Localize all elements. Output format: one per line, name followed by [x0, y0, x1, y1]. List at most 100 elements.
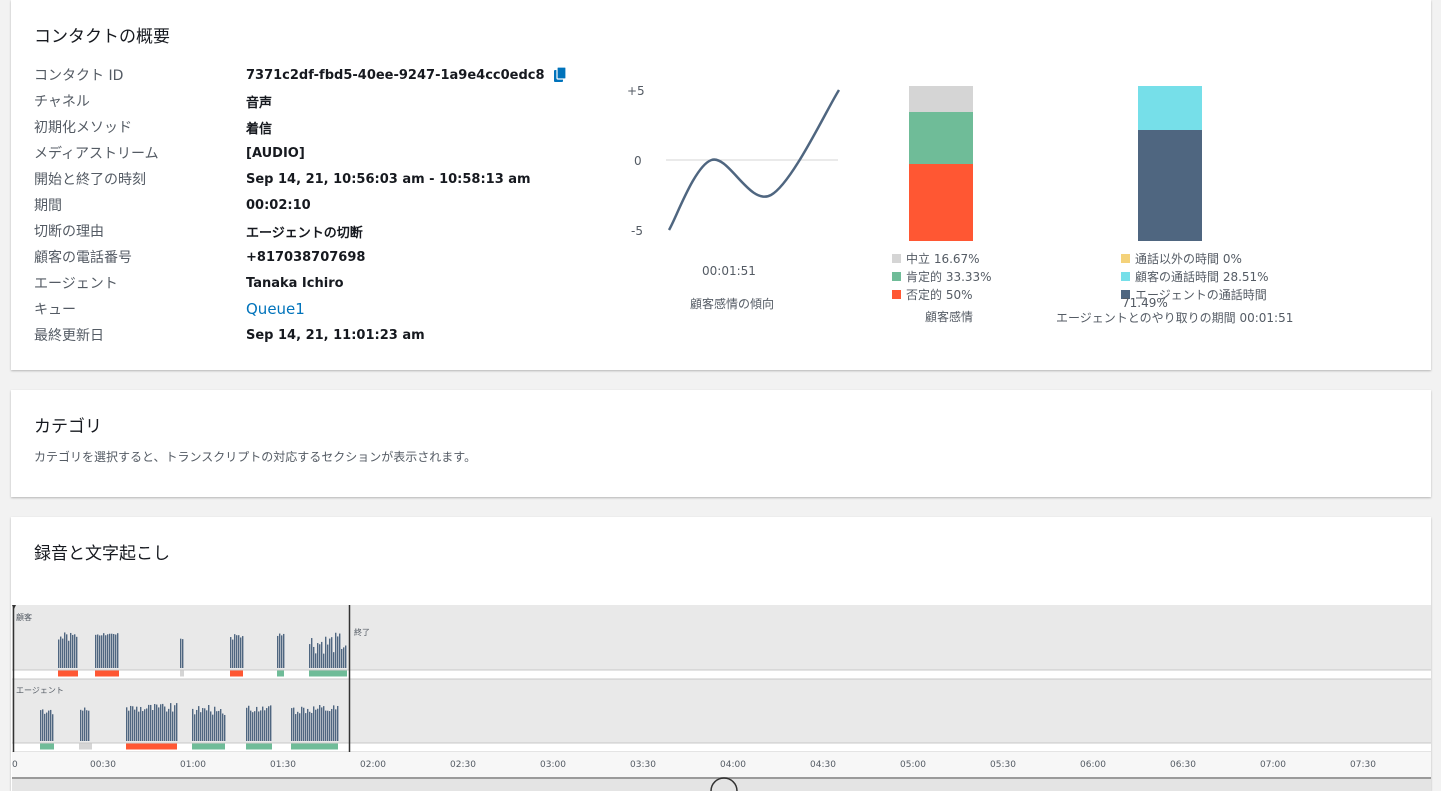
queue-link[interactable]: Queue1 — [246, 300, 305, 318]
waveform-bar — [279, 633, 281, 668]
waveform-bar — [160, 704, 162, 741]
waveform-bar — [252, 712, 254, 741]
waveform-bar — [212, 714, 214, 741]
time-tick-label: 04:30 — [810, 760, 836, 770]
channel-label: チャネル — [34, 94, 90, 110]
waveform-bar — [132, 706, 134, 741]
waveform-bar — [46, 712, 48, 741]
waveform-bar — [156, 704, 158, 741]
waveform-bar — [111, 633, 113, 668]
talk-time-legend: 通話以外の時間 0% 顧客の通話時間 28.51% エージェントの通話時間 — [1121, 249, 1269, 303]
channel-row: チャネル 音声 — [34, 88, 568, 114]
waveform-bar — [335, 709, 337, 741]
waveform-bar — [101, 635, 103, 668]
waveform-bar — [52, 714, 54, 741]
waveform-bar — [329, 638, 331, 668]
waveform-bar — [238, 635, 240, 668]
legend-customer-talk: 顧客の通話時間 28.51% — [1121, 267, 1269, 285]
time-tick-label: 03:30 — [630, 760, 656, 770]
waveform-bar — [309, 711, 311, 741]
waveform-bar — [242, 636, 244, 668]
legend-neutral: 中立 16.67% — [892, 249, 992, 267]
duration-label: 期間 — [34, 198, 62, 214]
waveform-bar — [266, 708, 268, 741]
time-tick-label: 01:00 — [180, 760, 206, 770]
waveform-bar — [208, 705, 210, 741]
negative-segment — [909, 163, 973, 241]
sentiment-caption: 顧客感情 — [925, 310, 974, 324]
contact-id-row: コンタクト ID 7371c2df-fbd5-40ee-9247-1a9e4cc… — [34, 62, 568, 88]
waveform-bar — [262, 706, 264, 741]
audio-timeline[interactable]: 顧客 エージェント 0 00:30 01:00 01:30 02:00 02:30 03:0… — [12, 605, 1431, 791]
waveform-bar — [313, 646, 315, 668]
waveform-bar — [331, 637, 333, 668]
legend-nontalk-text: 通話以外の時間 0% — [1135, 251, 1242, 266]
categories-description: カテゴリを選択すると、トランスクリプトの対応するセクションが表示されます。 — [34, 450, 477, 464]
waveform-bar — [60, 636, 62, 668]
waveform-bar — [345, 645, 347, 668]
sentiment-segment — [58, 670, 78, 677]
queue-label: キュー — [34, 302, 76, 318]
waveform-bar — [218, 710, 220, 741]
waveform-bar — [258, 711, 260, 741]
end-label: 終了 — [354, 627, 370, 637]
waveform-bar — [176, 703, 178, 741]
time-tick-label: 05:30 — [990, 760, 1016, 770]
waveform-bar — [315, 653, 317, 668]
waveform-bar — [196, 709, 198, 741]
sentiment-segment — [309, 670, 347, 677]
waveform-bar — [214, 706, 216, 741]
channel-value: 音声 — [246, 95, 273, 111]
sentiment-legend: 中立 16.67% 肯定的 33.33% 否定的 50% — [892, 249, 992, 303]
waveform-bar — [321, 641, 323, 668]
contact-summary-title: コンタクトの概要 — [34, 27, 170, 47]
waveform-bar — [76, 636, 78, 668]
waveform-bar — [168, 708, 170, 741]
legend-negative-text: 否定的 50% — [906, 287, 973, 302]
waveform-bar — [152, 710, 154, 741]
negative-swatch — [892, 289, 901, 299]
waveform-bar — [115, 634, 117, 668]
customer-talk-swatch — [1121, 271, 1130, 281]
waveform-bar — [220, 709, 222, 741]
waveform-bar — [206, 710, 208, 741]
neutral-segment — [909, 86, 973, 112]
agent-talk-segment — [1138, 130, 1202, 241]
waveform-bar — [194, 714, 196, 741]
time-tick-label: 02:30 — [450, 760, 476, 770]
sentiment-segment — [192, 743, 225, 750]
sentiment-segment — [79, 743, 92, 750]
agent-label: エージェント — [34, 276, 118, 292]
contact-id-label: コンタクト ID — [34, 68, 124, 84]
legend-customer-talk-text: 顧客の通話時間 28.51% — [1135, 269, 1269, 284]
waveform-bar — [260, 710, 262, 741]
talk-time-caption: エージェントとのやり取りの期間 00:01:51 — [1056, 311, 1294, 325]
waveform-bar — [323, 653, 325, 668]
time-tick-label: 06:30 — [1170, 760, 1196, 770]
customer-track-label: 顧客 — [16, 612, 32, 622]
waveform-bar — [333, 652, 335, 668]
waveform-bar — [99, 635, 101, 668]
copy-icon[interactable] — [553, 65, 568, 84]
contact-details-list: コンタクト ID 7371c2df-fbd5-40ee-9247-1a9e4cc… — [34, 62, 568, 348]
waveform-bar — [246, 707, 248, 741]
customer-track — [12, 605, 1431, 670]
waveform-bar — [325, 710, 327, 741]
waveform-bar — [343, 647, 345, 668]
legend-neutral-text: 中立 16.67% — [906, 251, 980, 266]
time-tick-label: 01:30 — [270, 760, 296, 770]
waveform-bar — [50, 709, 52, 741]
disconnect-reason-row: 切断の理由 エージェントの切断 — [34, 218, 568, 244]
waveform-bar — [317, 708, 319, 741]
waveform-bar — [97, 634, 99, 668]
customer-phone-row: 顧客の電話番号 +817038707698 — [34, 244, 568, 270]
waveform-bar — [313, 706, 315, 741]
waveform-bar — [309, 644, 311, 668]
waveform-bar — [270, 705, 272, 741]
media-stream-label: メディアストリーム — [34, 146, 159, 162]
time-tick-label: 05:00 — [900, 760, 926, 770]
playback-bar[interactable] — [12, 777, 1431, 791]
waveform-bar — [88, 710, 90, 741]
waveform-bar — [321, 707, 323, 741]
waveform-bar — [42, 709, 44, 741]
